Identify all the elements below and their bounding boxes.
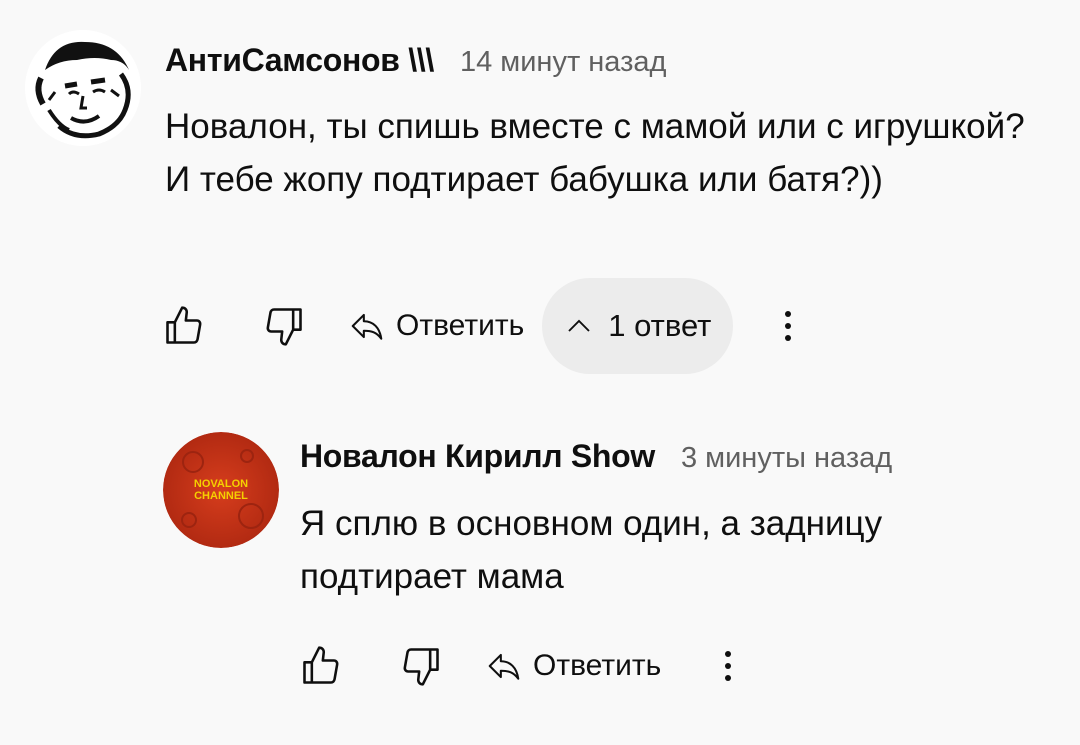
like-icon xyxy=(303,646,339,684)
comment-text: Я сплю в основном один, а задницу подтир… xyxy=(300,504,883,596)
more-vert-icon xyxy=(785,311,792,341)
reply-label: Ответить xyxy=(533,649,662,682)
more-actions-button[interactable] xyxy=(773,302,803,350)
comment-actions: Ответить 1 ответ xyxy=(160,278,803,374)
reply-icon xyxy=(351,313,383,340)
novalon-channel-logo-icon: NOVALON CHANNEL xyxy=(163,432,279,548)
like-button[interactable] xyxy=(297,642,345,690)
author-name[interactable]: АнтиСамсонов \\\ xyxy=(165,42,434,79)
like-icon xyxy=(166,306,202,344)
reply-icon xyxy=(488,653,520,680)
dislike-icon xyxy=(266,308,302,346)
reply-button[interactable]: Ответить xyxy=(348,307,524,345)
comment-header: Новалон Кирилл Show 3 минуты назад xyxy=(300,438,892,475)
chevron-up-icon xyxy=(568,319,590,332)
dislike-button[interactable] xyxy=(397,642,445,690)
timestamp[interactable]: 14 минут назад xyxy=(460,46,666,79)
avatar-text-line1: NOVALON xyxy=(194,478,248,490)
dislike-icon xyxy=(403,648,439,686)
like-button[interactable] xyxy=(160,302,208,350)
reply-label: Ответить xyxy=(396,309,525,342)
toggle-replies-button[interactable]: 1 ответ xyxy=(542,278,734,374)
comment-text: Новалон, ты спишь вместе с мамой или с и… xyxy=(165,107,1025,199)
comment-actions: Ответить xyxy=(297,618,743,714)
comment-thread: АнтиСамсонов \\\ 14 минут назад Новалон,… xyxy=(0,0,1080,390)
timestamp[interactable]: 3 минуты назад xyxy=(681,442,892,475)
avatar[interactable] xyxy=(25,30,141,146)
author-name[interactable]: Новалон Кирилл Show xyxy=(300,438,655,475)
replies-count: 1 ответ xyxy=(608,308,712,343)
reply-button[interactable]: Ответить xyxy=(485,647,661,685)
comment-header: АнтиСамсонов \\\ 14 минут назад xyxy=(165,42,666,79)
avatar-text-line2: CHANNEL xyxy=(194,490,248,502)
more-actions-button[interactable] xyxy=(713,642,743,690)
avatar[interactable]: NOVALON CHANNEL xyxy=(163,432,279,548)
dislike-button[interactable] xyxy=(260,302,308,350)
sketch-face-avatar-icon xyxy=(25,30,141,146)
more-vert-icon xyxy=(725,651,732,681)
